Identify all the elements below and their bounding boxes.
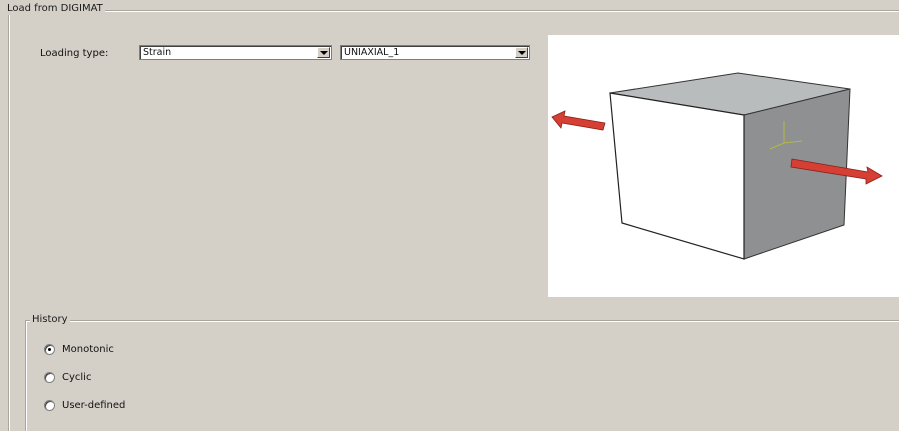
radio-user-defined[interactable]	[44, 399, 55, 411]
cube-front-face	[609, 92, 745, 260]
left-load-arrow-icon	[551, 110, 606, 131]
loading-type-label: Loading type:	[40, 48, 109, 59]
load-preview-panel	[548, 35, 899, 297]
radio-label: Cyclic	[62, 371, 92, 383]
loading-type-dropdown[interactable]: Strain	[139, 45, 332, 60]
history-option-cyclic[interactable]: Cyclic	[44, 370, 91, 384]
radio-monotonic[interactable]	[44, 343, 55, 355]
history-title: History	[30, 314, 70, 326]
uniaxial-cube-icon	[551, 72, 883, 260]
load-case-dropdown[interactable]: UNIAXIAL_1	[340, 45, 530, 60]
load-case-value: UNIAXIAL_1	[344, 47, 400, 58]
chevron-down-icon[interactable]	[317, 47, 330, 58]
radio-label: User-defined	[62, 399, 126, 411]
chevron-down-icon[interactable]	[515, 47, 528, 58]
radio-label: Monotonic	[62, 343, 114, 355]
history-group	[25, 320, 899, 431]
radio-cyclic[interactable]	[44, 371, 55, 383]
history-option-monotonic[interactable]: Monotonic	[44, 342, 114, 356]
history-option-user-defined[interactable]: User-defined	[44, 398, 125, 412]
loading-type-value: Strain	[143, 47, 172, 58]
group-title: Load from DIGIMAT	[5, 3, 105, 15]
